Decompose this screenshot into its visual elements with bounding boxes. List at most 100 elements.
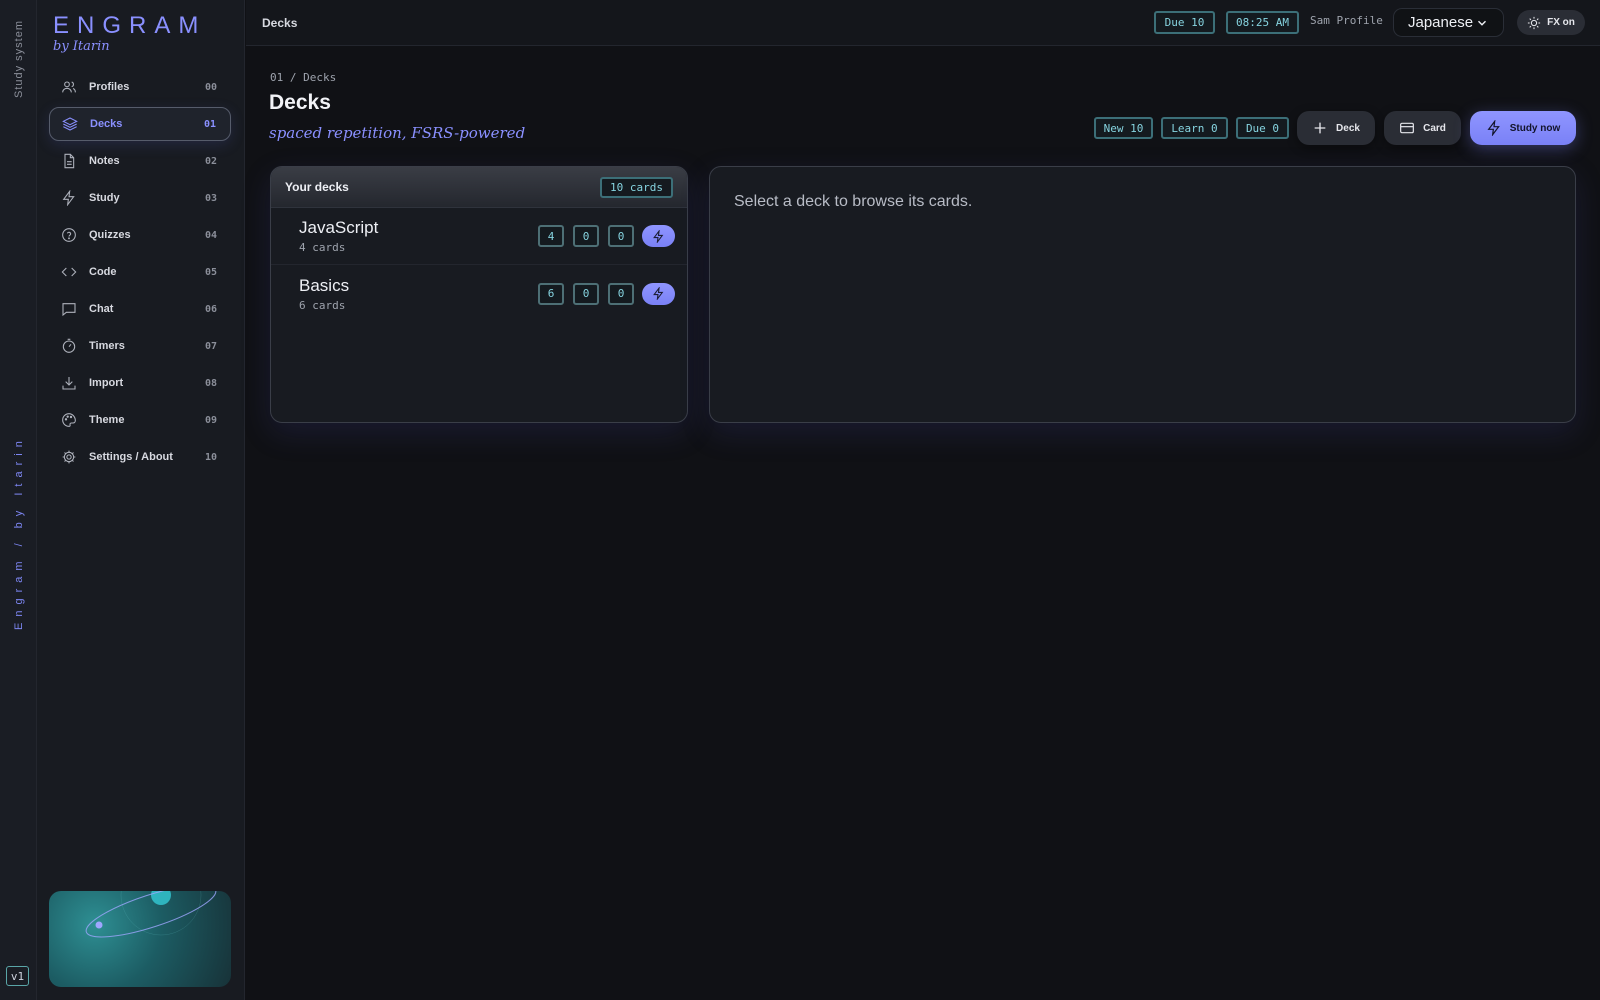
sidebar-item-label: Profiles xyxy=(89,81,130,93)
learn-count-badge: Learn 0 xyxy=(1161,117,1228,139)
total-cards-badge: 10 cards xyxy=(600,176,673,198)
add-deck-label: Deck xyxy=(1336,122,1360,134)
plus-icon xyxy=(1312,120,1328,136)
topbar-title: Decks xyxy=(262,16,298,30)
add-deck-button[interactable]: Deck xyxy=(1297,111,1375,145)
deck-row[interactable]: JavaScript 4 cards 4 0 0 xyxy=(271,208,687,265)
chat-icon xyxy=(61,301,77,317)
decks-panel-title: Your decks xyxy=(285,180,349,194)
add-card-button[interactable]: Card xyxy=(1384,111,1461,145)
add-card-label: Card xyxy=(1423,122,1446,134)
sidebar-item-number: 06 xyxy=(204,303,217,315)
language-select-value: Japanese xyxy=(1408,14,1474,31)
sidebar-item-code[interactable]: Code 05 xyxy=(49,255,231,289)
page-title: Decks xyxy=(269,91,331,114)
fx-toggle-button[interactable]: FX on xyxy=(1517,10,1585,35)
download-icon xyxy=(61,375,77,391)
orbit-graphic xyxy=(85,891,217,938)
sidebar-item-label: Timers xyxy=(89,340,125,352)
timer-icon xyxy=(61,338,77,354)
sidebar-item-number: 04 xyxy=(204,229,217,241)
sidebar-item-decks[interactable]: Decks 01 xyxy=(49,107,231,141)
card-browser-panel: Select a deck to browse its cards. xyxy=(709,166,1576,423)
deck-new-count: 6 xyxy=(538,282,564,305)
side-rail: Study system Engram / by Itarin v1 xyxy=(0,0,37,1000)
brand-subtitle: by Itarin xyxy=(53,39,110,54)
deck-info: Basics 6 cards xyxy=(299,276,529,312)
chevron-down-icon xyxy=(1475,16,1489,30)
sidebar-item-study[interactable]: Study 03 xyxy=(49,181,231,215)
bolt-icon xyxy=(1486,120,1502,136)
deck-study-button[interactable] xyxy=(642,225,675,247)
sidebar: ENGRAM by Itarin Profiles 00 Decks 01 No… xyxy=(37,0,245,1000)
clock-badge: 08:25 AM xyxy=(1226,11,1299,34)
deck-due-count: 0 xyxy=(608,225,634,247)
card-browser-empty-text: Select a deck to browse its cards. xyxy=(734,193,973,210)
card-icon xyxy=(1399,120,1415,136)
sidebar-item-label: Notes xyxy=(89,155,120,167)
sidebar-item-theme[interactable]: Theme 09 xyxy=(49,403,231,437)
orbit-illustration xyxy=(49,891,231,987)
due-badge: Due 10 xyxy=(1154,11,1215,34)
study-now-label: Study now xyxy=(1509,122,1561,134)
deck-learn-count: 0 xyxy=(573,282,599,305)
palette-icon xyxy=(61,412,77,428)
sidebar-item-label: Decks xyxy=(90,118,123,130)
deck-card-count: 4 cards xyxy=(299,241,346,254)
deck-info: JavaScript 4 cards xyxy=(299,218,529,254)
deck-learn-count: 0 xyxy=(573,225,599,247)
sidebar-item-label: Theme xyxy=(89,414,125,426)
gear-icon xyxy=(61,449,77,465)
note-icon xyxy=(61,153,77,169)
sidebar-item-label: Quizzes xyxy=(89,229,131,241)
sidebar-item-label: Code xyxy=(89,266,117,278)
sidebar-item-number: 02 xyxy=(204,155,217,167)
layers-icon xyxy=(62,116,78,132)
study-now-button[interactable]: Study now xyxy=(1470,111,1576,145)
sun-icon xyxy=(1527,16,1541,30)
active-profile[interactable]: Sam Profile xyxy=(1310,14,1383,27)
due-count-badge: Due 0 xyxy=(1236,117,1289,139)
deck-study-button[interactable] xyxy=(642,282,675,305)
sidebar-item-notes[interactable]: Notes 02 xyxy=(49,144,231,178)
page-subtitle: spaced repetition, FSRS-powered xyxy=(269,124,526,142)
bolt-icon xyxy=(653,287,664,300)
deck-row[interactable]: Basics 6 cards 6 0 0 xyxy=(271,265,687,322)
deck-name: JavaScript xyxy=(299,218,379,237)
sidebar-nav: Profiles 00 Decks 01 Notes 02 Study 03 Q… xyxy=(49,70,231,477)
code-icon xyxy=(61,264,77,280)
sidebar-item-import[interactable]: Import 08 xyxy=(49,366,231,400)
sidebar-item-number: 05 xyxy=(204,266,217,278)
rail-top-label: Study system xyxy=(12,19,25,98)
language-select[interactable]: Japanese xyxy=(1393,8,1504,37)
sidebar-item-label: Chat xyxy=(89,303,114,315)
rail-mid-label-wrap: Engram / by Itarin xyxy=(0,430,37,630)
bolt-icon xyxy=(653,229,664,243)
fx-toggle-label: FX on xyxy=(1547,17,1575,28)
sidebar-item-label: Study xyxy=(89,192,120,204)
sidebar-item-number: 03 xyxy=(204,192,217,204)
sidebar-item-number: 08 xyxy=(204,377,217,389)
sidebar-item-label: Import xyxy=(89,377,124,389)
breadcrumb: 01 / Decks xyxy=(270,71,337,84)
topbar: Decks Due 10 08:25 AM Sam Profile Japane… xyxy=(246,0,1600,46)
rail-top-label-wrap: Study system xyxy=(0,12,37,98)
sidebar-item-label: Settings / About xyxy=(89,451,173,463)
sidebar-item-number: 10 xyxy=(204,451,217,463)
sidebar-item-chat[interactable]: Chat 06 xyxy=(49,292,231,326)
sidebar-item-timers[interactable]: Timers 07 xyxy=(49,329,231,363)
version-badge: v1 xyxy=(6,966,29,986)
deck-new-count: 4 xyxy=(538,225,564,247)
brand: ENGRAM by Itarin xyxy=(53,12,206,54)
deck-card-count: 6 cards xyxy=(299,298,346,312)
sidebar-item-number: 09 xyxy=(204,414,217,426)
bolt-icon xyxy=(61,190,77,206)
sidebar-item-number: 00 xyxy=(204,81,217,93)
decks-panel: Your decks 10 cards JavaScript 4 cards 4… xyxy=(270,166,688,423)
sidebar-item-settings[interactable]: Settings / About 10 xyxy=(49,440,231,474)
sidebar-item-number: 01 xyxy=(203,118,216,130)
sidebar-item-quizzes[interactable]: Quizzes 04 xyxy=(49,218,231,252)
sidebar-item-profiles[interactable]: Profiles 00 xyxy=(49,70,231,104)
sidebar-item-number: 07 xyxy=(204,340,217,352)
users-icon xyxy=(61,79,77,95)
